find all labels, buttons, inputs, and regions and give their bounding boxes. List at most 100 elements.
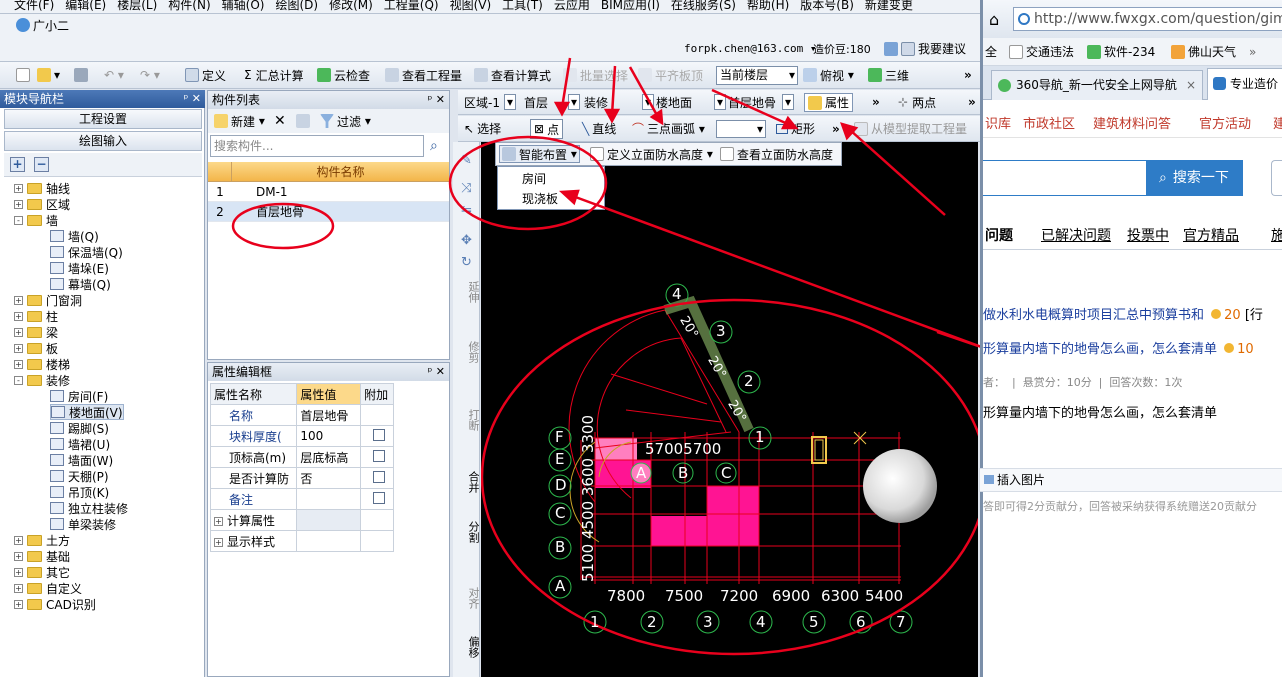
question-item[interactable]: 做水利水电概算时项目汇总中预算书和 20 [行 [983,304,1282,324]
attributes-button[interactable]: 属性 [804,93,854,112]
vertical-tool[interactable]: 延伸 [453,272,480,312]
prop-checkbox[interactable] [372,428,385,441]
two-point-button[interactable]: ⊹ 两点 [898,90,936,114]
site-nav-link[interactable]: 官方活动 [1199,108,1251,137]
vertical-tool[interactable]: 打断 [453,400,480,440]
prop-checkbox[interactable] [372,470,385,483]
bookmark-item[interactable]: 全 [985,38,997,65]
address-bar[interactable]: http://www.fwxgx.com/question/giml/ [1013,7,1282,31]
property-close-icon[interactable]: ᵖ ✕ [428,363,445,381]
edit-icon[interactable]: ✎ [453,154,480,167]
tree-item[interactable]: + 基础 [14,548,70,564]
item-dropdown[interactable]: 首层地骨 ▾ [728,90,795,114]
floor-type-dropdown[interactable]: 楼地面 ▾ [656,90,727,114]
tree-item[interactable]: + 楼梯 [14,356,70,372]
tree-item[interactable]: + 轴线 [14,180,70,196]
insert-image-label[interactable]: 插入图片 [997,473,1045,487]
assistant[interactable]: 广小二 [16,14,69,36]
menu-item[interactable]: 绘图(D) [275,0,318,13]
define-button[interactable]: 定义 [185,62,226,88]
tree-item[interactable]: + 自定义 [14,580,82,596]
tree-item[interactable]: + 门窗洞 [14,292,82,308]
redo-icon[interactable]: ↷ ▾ [140,62,160,88]
view-height-button[interactable]: 查看立面防水高度 [720,143,833,165]
tree-item[interactable]: - 装修 [14,372,70,388]
filter-button[interactable]: 过滤 ▾ [320,109,371,133]
tree-item[interactable]: 天棚(P) [50,468,109,484]
prop-value[interactable]: 层底标高 [296,446,362,468]
question-tab[interactable]: 问题 [985,220,1013,249]
menu-item[interactable]: 工具(T) [502,0,543,13]
arc-mode-select[interactable]: ▾ [716,116,766,141]
menu-item[interactable]: 楼层(L) [117,0,157,13]
menu-item[interactable]: 编辑(E) [65,0,106,13]
rotate-icon[interactable]: ↻ [453,256,480,269]
vertical-tool[interactable]: 分割 [453,512,480,552]
browser-tab-active[interactable]: 专业造价 [1207,68,1282,100]
floor-dropdown[interactable]: 首层 ▾ [524,90,581,114]
flat-slab-button[interactable]: 平齐板顶 [638,62,703,88]
expand-icon[interactable]: + [14,583,23,593]
menu-item[interactable]: 版本号(B) [800,0,854,13]
property-row[interactable]: 顶标高(m) 层底标高 [209,446,394,468]
toolbar-more-icon[interactable]: » [964,62,972,88]
toolbar1-more2-icon[interactable]: » [968,90,976,114]
tab-close-icon[interactable]: × [1186,71,1196,99]
bookmark-item[interactable]: 软件-234 [1087,38,1155,65]
vertical-tool[interactable]: 合并 [453,462,480,502]
answer-box[interactable]: 插入图片 [979,468,1282,492]
home-icon[interactable]: ⌂ [989,10,999,29]
region-select[interactable]: 区域-1 ▾ [464,90,516,114]
site-search-input[interactable] [983,160,1147,196]
property-group-row[interactable]: + 显示样式 [209,530,394,552]
new-file-icon[interactable] [16,62,33,88]
property-row[interactable]: 块料厚度(100 [209,425,394,447]
copy-move-icon[interactable]: ⤨ [453,182,480,195]
site-nav-link[interactable]: 市政社区 [1023,108,1075,137]
drawing-input-button[interactable]: 绘图输入 [4,131,202,151]
open-file-icon[interactable]: ▾ [37,62,60,88]
menu-item[interactable]: 帮助(H) [747,0,789,13]
cloud-check-button[interactable]: 云检查 [317,62,370,88]
floor-select[interactable]: 当前楼层 ▾ [716,62,798,88]
define-height-button[interactable]: 定义立面防水高度 ▾ [590,143,713,165]
menu-item[interactable]: 工程量(Q) [384,0,439,13]
browser-tab[interactable]: 360导航_新一代安全上网导航 × [991,70,1203,100]
tree-item[interactable]: + 区域 [14,196,70,212]
menu-item-room[interactable]: 房间 [522,170,546,187]
tree-item[interactable]: 房间(F) [50,388,108,404]
rect-button[interactable]: 矩形 [776,116,815,141]
tree-item[interactable]: 吊顶(K) [50,484,109,500]
menu-item[interactable]: 文件(F) [14,0,54,13]
vertical-tool[interactable]: 偏移 [453,627,480,667]
question-item[interactable]: 形算量内墙下的地骨怎么画，怎么套清单 10 [983,338,1282,358]
tree-item[interactable]: 幕墙(Q) [50,276,111,292]
collapse-all-icon[interactable]: − [34,157,49,172]
tree-item[interactable]: 踢脚(S) [50,420,109,436]
sum-button[interactable]: Σ 汇总计算 [244,62,304,88]
menu-item[interactable]: 新建变更 [865,0,913,13]
question-tab[interactable]: 已解决问题 [1041,220,1111,249]
property-group-row[interactable]: + 计算属性 [209,509,394,531]
bookmark-item[interactable]: 佛山天气 [1171,38,1236,65]
account-menu[interactable]: forpk.chen@163.com ▾ [684,36,816,61]
menu-item[interactable]: 辅轴(O) [222,0,265,13]
deco-dropdown[interactable]: 装修 ▾ [584,90,655,114]
expand-icon[interactable]: + [14,599,23,609]
expand-icon[interactable]: + [14,327,23,337]
question-tab[interactable]: 施工 [1271,220,1282,249]
prop-value[interactable]: 100 [296,425,362,447]
site-search-extra[interactable] [1271,160,1282,196]
tree-item[interactable]: -墙 [14,212,58,228]
expand-icon[interactable]: + [14,535,23,545]
tree-item[interactable]: 单梁装修 [50,516,116,532]
vertical-tool[interactable]: 对齐 [453,578,480,618]
smart-layout-button[interactable]: 智能布置 ▾ [499,145,580,163]
tree-item[interactable]: + 板 [14,340,58,356]
undo-icon[interactable]: ↶ ▾ [104,62,124,88]
pin-close-icon[interactable]: ᵖ ✕ [184,90,201,108]
expand-all-icon[interactable]: + [10,157,25,172]
tree-item[interactable]: 墙裙(U) [50,436,110,452]
tree-item[interactable]: + 梁 [14,324,58,340]
tree-item[interactable]: 保温墙(Q) [50,244,123,260]
